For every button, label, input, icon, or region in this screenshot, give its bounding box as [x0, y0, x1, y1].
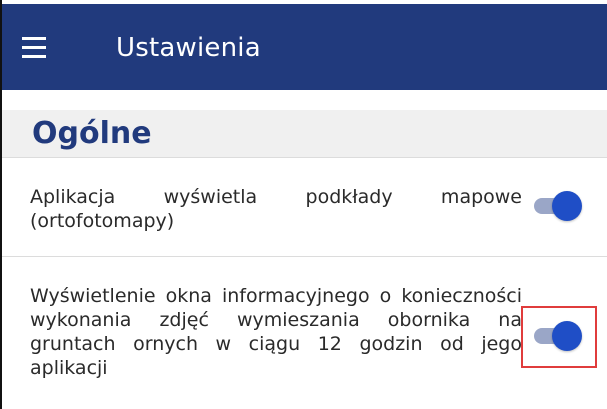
settings-screen: Ustawienia Ogólne Aplikacja wyświetla po…: [0, 0, 607, 409]
app-bar: Ustawienia: [2, 4, 607, 90]
setting-row-info-window[interactable]: Wyświetlenie okna informacyjnego o konie…: [2, 257, 607, 409]
menu-button[interactable]: [22, 31, 68, 67]
toggle-thumb: [552, 191, 582, 221]
hamburger-menu-icon: [22, 37, 46, 58]
setting-label-info-window: Wyświetlenie okna informacyjnego o konie…: [30, 285, 522, 379]
setting-label-ortofotomapy: Aplikacja wyświetla podkłady mapowe (ort…: [30, 186, 522, 232]
section-title: Ogólne: [32, 116, 152, 151]
highlight-annotation-box: [521, 306, 597, 368]
setting-row-ortofotomapy[interactable]: Aplikacja wyświetla podkłady mapowe (ort…: [2, 158, 607, 254]
app-bar-title: Ustawienia: [116, 33, 261, 63]
section-header: Ogólne: [2, 110, 607, 157]
toggle-ortofotomapy[interactable]: [530, 188, 586, 224]
